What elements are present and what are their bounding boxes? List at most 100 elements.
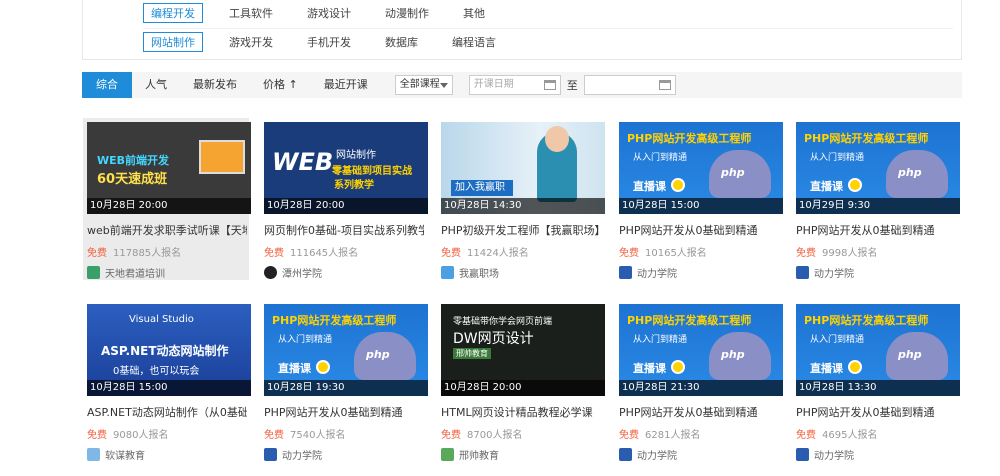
live-icon [671, 178, 685, 192]
course-meta: 免费 9080人报名 [87, 426, 249, 441]
enroll-count: 111645人报名 [290, 248, 359, 259]
thumbnail-text: php [721, 166, 745, 179]
category-programming[interactable]: 编程开发 [143, 3, 203, 23]
person-head [545, 126, 569, 152]
org-name: 邢帅教育 [459, 451, 499, 462]
course-org[interactable]: 我赢职场 [441, 265, 603, 280]
start-date-input[interactable]: 开课日期 [468, 75, 561, 95]
course-thumbnail[interactable]: PHP网站开发高级工程师 从入门到精通 直播课 php 10月29日 9:30 [796, 122, 960, 214]
course-start-time: 10月29日 9:30 [796, 198, 960, 214]
course-org[interactable]: 动力学院 [264, 447, 426, 462]
end-date-input[interactable] [583, 75, 676, 95]
course-type-select[interactable]: 全部课程 [394, 75, 453, 95]
course-title[interactable]: PHP网站开发从0基础到精通 [619, 404, 779, 420]
course-title[interactable]: web前端开发求职季试听课【天地… [87, 222, 247, 238]
calendar-icon[interactable] [658, 80, 671, 90]
category-row-2: 网站制作 游戏开发 手机开发 数据库 编程语言 [143, 28, 953, 54]
thumbnail-text: 直播课 [278, 362, 311, 375]
price-label: 免费 [619, 248, 639, 259]
course-title[interactable]: PHP初级开发工程师【我赢职场】 [441, 222, 601, 238]
course-card[interactable]: WEB前端开发 60天速成班 10月28日 20:00 web前端开发求职季试听… [83, 118, 251, 280]
subcategory-database[interactable]: 数据库 [385, 34, 418, 50]
course-title[interactable]: PHP网站开发从0基础到精通 [796, 222, 956, 238]
course-org[interactable]: 动力学院 [796, 265, 958, 280]
calendar-icon[interactable] [543, 80, 556, 90]
course-org[interactable]: 动力学院 [619, 265, 781, 280]
course-thumbnail[interactable]: PHP网站开发高级工程师 从入门到精通 直播课 php 10月28日 21:30 [619, 304, 783, 396]
course-thumbnail[interactable]: 加入我赢职场 10月28日 14:30 [441, 122, 605, 214]
price-label: 免费 [441, 248, 461, 259]
org-logo-icon [619, 266, 632, 279]
course-thumbnail[interactable]: PHP网站开发高级工程师 从入门到精通 直播课 php 10月28日 13:30 [796, 304, 960, 396]
course-thumbnail[interactable]: PHP网站开发高级工程师 从入门到精通 直播课 php 10月28日 19:30 [264, 304, 428, 396]
enroll-count: 9080人报名 [113, 430, 169, 441]
date-range-separator: 至 [566, 79, 578, 92]
sort-price[interactable]: 价格 ↑ [250, 72, 311, 98]
course-card[interactable]: PHP网站开发高级工程师 从入门到精通 直播课 php 10月28日 13:30… [792, 300, 960, 462]
org-logo-icon [796, 448, 809, 461]
thumbnail-text: 零基础到项目实战 [332, 166, 412, 177]
subcategory-languages[interactable]: 编程语言 [452, 34, 496, 50]
course-org[interactable]: 潭州学院 [264, 265, 426, 280]
sort-upcoming[interactable]: 最近开课 [311, 72, 381, 98]
org-name: 潭州学院 [282, 269, 322, 280]
sort-popularity[interactable]: 人气 [132, 72, 180, 98]
thumbnail-text: 直播课 [810, 180, 843, 193]
sort-newest[interactable]: 最新发布 [180, 72, 250, 98]
category-filter: 编程开发 工具软件 游戏设计 动漫制作 其他 网站制作 游戏开发 手机开发 数据… [82, 0, 962, 60]
category-game-design[interactable]: 游戏设计 [307, 5, 351, 21]
course-thumbnail[interactable]: Visual Studio ASP.NET动态网站制作 0基础，也可以玩会 10… [87, 304, 251, 396]
course-thumbnail[interactable]: PHP网站开发高级工程师 从入门到精通 直播课 php 10月28日 15:00 [619, 122, 783, 214]
category-tools[interactable]: 工具软件 [229, 5, 273, 21]
course-title[interactable]: PHP网站开发从0基础到精通 [796, 404, 956, 420]
thumbnail-text: PHP网站开发高级工程师 [627, 132, 752, 145]
start-date-placeholder: 开课日期 [473, 79, 514, 90]
org-name: 动力学院 [637, 269, 677, 280]
thumbnail-text: DW网页设计 [453, 331, 534, 347]
chevron-down-icon [439, 83, 448, 88]
course-card[interactable]: PHP网站开发高级工程师 从入门到精通 直播课 php 10月28日 19:30… [260, 300, 428, 462]
org-logo-icon [796, 266, 809, 279]
category-animation[interactable]: 动漫制作 [385, 5, 429, 21]
live-icon [316, 360, 330, 374]
enroll-count: 9998人报名 [822, 248, 878, 259]
subcategory-mobile[interactable]: 手机开发 [307, 34, 351, 50]
thumbnail-text: PHP网站开发高级工程师 [272, 314, 397, 327]
course-org[interactable]: 软谋教育 [87, 447, 249, 462]
course-org[interactable]: 动力学院 [796, 447, 958, 462]
course-title[interactable]: ASP.NET动态网站制作（从0基础… [87, 404, 247, 420]
course-card[interactable]: PHP网站开发高级工程师 从入门到精通 直播课 php 10月28日 21:30… [615, 300, 783, 462]
course-card[interactable]: PHP网站开发高级工程师 从入门到精通 直播课 php 10月28日 15:00… [615, 118, 783, 280]
price-label: 免费 [441, 430, 461, 441]
course-title[interactable]: PHP网站开发从0基础到精通 [264, 404, 424, 420]
course-title[interactable]: PHP网站开发从0基础到精通 [619, 222, 779, 238]
course-org[interactable]: 天地君道培训 [87, 265, 249, 280]
course-card[interactable]: 加入我赢职场 10月28日 14:30 PHP初级开发工程师【我赢职场】 免费 1… [437, 118, 605, 280]
thumbnail-text: PHP网站开发高级工程师 [627, 314, 752, 327]
course-start-time: 10月28日 13:30 [796, 380, 960, 396]
course-org[interactable]: 动力学院 [619, 447, 781, 462]
course-title[interactable]: 网页制作0基础-项目实战系列教学… [264, 222, 424, 238]
sort-overall[interactable]: 综合 [82, 72, 132, 98]
org-name: 软谋教育 [105, 451, 145, 462]
course-thumbnail[interactable]: 零基础带你学会网页前端 DW网页设计 邢帅教育 10月28日 20:00 [441, 304, 605, 396]
thumbnail-text: 从入门到精通 [278, 335, 333, 345]
course-card[interactable]: WEB 网站制作 零基础到项目实战 系列教学 10月28日 20:00 网页制作… [260, 118, 428, 280]
course-thumbnail[interactable]: WEB前端开发 60天速成班 10月28日 20:00 [87, 122, 251, 214]
course-start-time: 10月28日 15:00 [619, 198, 783, 214]
course-org[interactable]: 邢帅教育 [441, 447, 603, 462]
price-label: 免费 [264, 248, 284, 259]
course-card[interactable]: Visual Studio ASP.NET动态网站制作 0基础，也可以玩会 10… [83, 300, 251, 462]
category-other[interactable]: 其他 [463, 5, 485, 21]
course-card[interactable]: 零基础带你学会网页前端 DW网页设计 邢帅教育 10月28日 20:00 HTM… [437, 300, 605, 462]
course-thumbnail[interactable]: WEB 网站制作 零基础到项目实战 系列教学 10月28日 20:00 [264, 122, 428, 214]
thumbnail-text: 0基础，也可以玩会 [113, 366, 200, 377]
course-start-time: 10月28日 20:00 [264, 198, 428, 214]
enroll-count: 117885人报名 [113, 248, 182, 259]
course-title[interactable]: HTML网页设计精品教程必学课 [441, 404, 601, 420]
course-card[interactable]: PHP网站开发高级工程师 从入门到精通 直播课 php 10月29日 9:30 … [792, 118, 960, 280]
subcategory-web[interactable]: 网站制作 [143, 31, 203, 52]
course-start-time: 10月28日 19:30 [264, 380, 428, 396]
org-name: 我赢职场 [459, 269, 499, 280]
subcategory-game-dev[interactable]: 游戏开发 [229, 34, 273, 50]
